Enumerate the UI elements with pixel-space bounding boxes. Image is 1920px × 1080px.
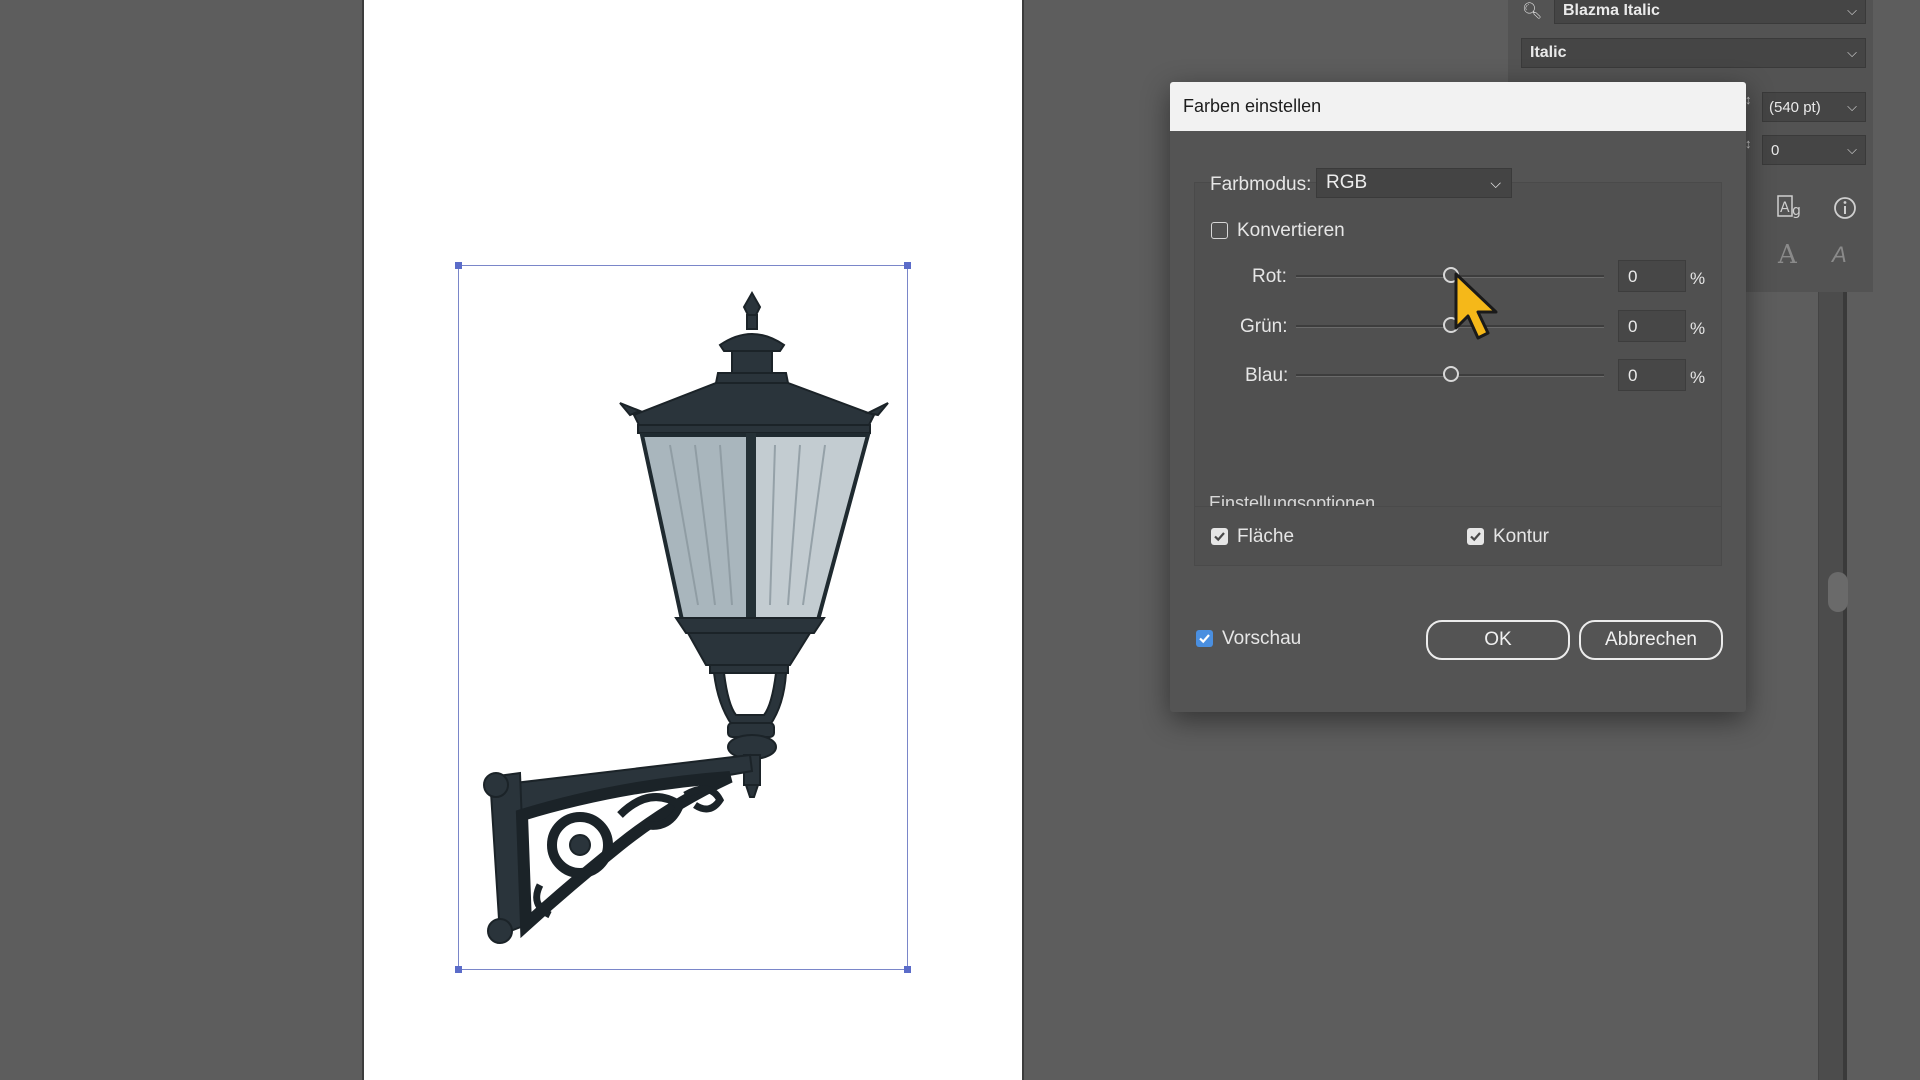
mouse-cursor-icon [1454,272,1498,340]
preview-label: Vorschau [1222,628,1302,649]
tracking-value: 0 [1771,141,1780,159]
blue-value-input[interactable]: 0 [1618,359,1686,391]
convert-checkbox[interactable] [1211,222,1228,239]
ok-button[interactable]: OK [1426,620,1570,660]
chevron-down-icon[interactable]: ⌵ [1847,142,1857,158]
tracking-field[interactable]: 0 ⌵ [1762,135,1866,165]
red-value-input[interactable]: 0 [1618,260,1686,292]
glyph-alternates-icon[interactable]: A g [1776,193,1808,221]
green-unit: % [1690,319,1706,338]
chevron-down-icon[interactable]: ⌵ [1847,45,1857,61]
adjust-colors-dialog: Farben einstellen Farbmodus: RGB ⌵ Konve… [1170,82,1746,712]
chevron-down-icon[interactable]: ⌵ [1847,3,1857,19]
fill-label: Fläche [1237,526,1295,547]
panel-scroll-area [1818,292,1845,1080]
blue-label: Blau: [1245,365,1289,386]
fill-checkbox[interactable] [1211,528,1228,545]
font-size-value: (540 pt) [1769,98,1821,116]
color-mode-select[interactable]: RGB ⌵ [1316,168,1512,198]
info-icon[interactable] [1832,195,1858,221]
red-label: Rot: [1252,266,1287,287]
selection-handle-bottom-right[interactable] [904,966,911,973]
font-style-field[interactable]: Italic ⌵ [1521,38,1866,68]
blue-unit: % [1690,368,1706,387]
selection-handle-top-left[interactable] [455,262,462,269]
selection-bounding-box[interactable] [455,262,911,973]
red-unit: % [1690,269,1706,288]
font-style-a-italic-icon[interactable]: A [1832,242,1847,268]
color-mode-label: Farbmodus: [1210,174,1312,195]
font-family-value: Blazma Italic [1563,2,1660,19]
stroke-label: Kontur [1493,526,1549,547]
font-family-field[interactable]: Blazma Italic ⌵ [1554,0,1866,24]
blue-slider-thumb[interactable] [1443,366,1459,382]
panel-scrollbar[interactable] [1828,572,1848,612]
chevron-down-icon[interactable]: ⌵ [1490,175,1501,192]
panel-edge [1843,292,1847,1080]
convert-label: Konvertieren [1237,220,1345,241]
green-label: Grün: [1240,316,1288,337]
search-icon[interactable]: 🔍︎ [1522,1,1542,21]
font-size-field[interactable]: (540 pt) ⌵ [1762,92,1866,122]
color-mode-value: RGB [1326,172,1368,193]
font-family-row: 🔍︎ Blazma Italic ⌵ [1520,0,1866,24]
dialog-title-bar[interactable]: Farben einstellen [1170,82,1746,131]
svg-text:g: g [1792,203,1801,219]
selection-handle-top-right[interactable] [904,262,911,269]
cancel-button[interactable]: Abbrechen [1579,620,1723,660]
green-value-input[interactable]: 0 [1618,310,1686,342]
selection-handle-bottom-left[interactable] [455,966,462,973]
chevron-down-icon[interactable]: ⌵ [1847,99,1857,115]
stroke-checkbox[interactable] [1467,528,1484,545]
svg-text:A: A [1780,200,1790,216]
font-style-value: Italic [1530,44,1567,61]
preview-checkbox[interactable] [1196,630,1213,647]
dialog-title: Farben einstellen [1183,96,1322,116]
font-style-a-icon[interactable]: A [1778,240,1797,270]
